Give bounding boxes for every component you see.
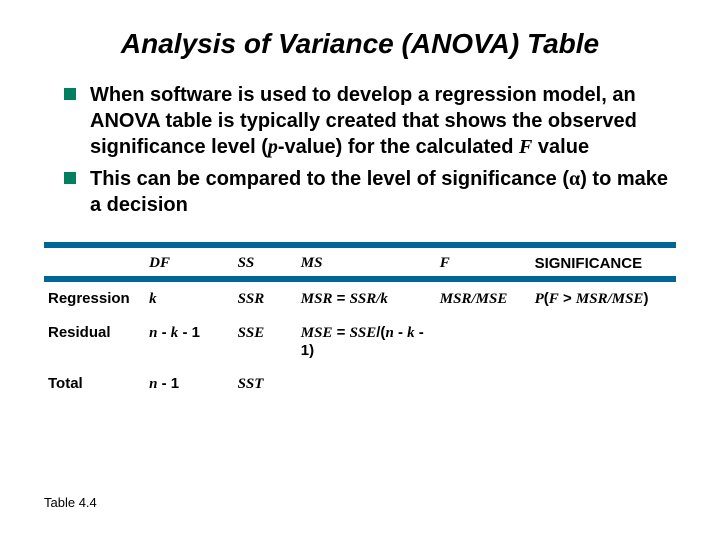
- bullet-list: When software is used to develop a regre…: [64, 82, 676, 218]
- header-label: F: [440, 255, 450, 271]
- italic-p: p: [268, 136, 278, 158]
- italic-f: F: [519, 136, 532, 158]
- text-fragment: - 1: [178, 324, 200, 341]
- table-caption: Table 4.4: [44, 495, 97, 510]
- slide: Analysis of Variance (ANOVA) Table When …: [0, 0, 720, 540]
- table-header: DF SS MS F SIGNIFICANCE: [44, 242, 676, 282]
- value: MSE: [301, 325, 333, 341]
- text-fragment: This can be compared to the level of sig…: [90, 168, 569, 190]
- cell-ss: SST: [234, 367, 297, 401]
- cell-df: k: [145, 282, 233, 316]
- value: SST: [238, 376, 264, 392]
- text-fragment: =: [332, 290, 349, 307]
- anova-table: DF SS MS F SIGNIFICANCE Regression k SSR…: [44, 242, 676, 401]
- text-fragment: ): [643, 290, 648, 307]
- col-ms: MS: [297, 248, 436, 276]
- cell-ss: SSR: [234, 282, 297, 316]
- cell-df: n - 1: [145, 367, 233, 401]
- bullet-square-icon: [64, 88, 76, 100]
- value: MSR: [301, 291, 333, 307]
- table-body: Regression k SSR MSR = SSR/k MSR/MSE P(F…: [44, 282, 676, 401]
- header-label: DF: [149, 255, 170, 271]
- text-fragment: -value) for the calculated: [278, 136, 519, 158]
- cell-ms: MSR = SSR/k: [297, 282, 436, 316]
- value: SSE: [238, 325, 265, 341]
- col-blank: [44, 248, 145, 276]
- text-fragment: -: [157, 324, 170, 341]
- value: n: [385, 325, 393, 341]
- col-df: DF: [145, 248, 233, 276]
- value: F: [549, 291, 559, 307]
- header-row: DF SS MS F SIGNIFICANCE: [44, 248, 676, 276]
- cell-f: [436, 316, 531, 367]
- bullet-item: When software is used to develop a regre…: [64, 82, 676, 160]
- row-label: Total: [44, 367, 145, 401]
- text-fragment: -: [394, 324, 407, 341]
- text-fragment: - 1: [157, 375, 179, 392]
- col-ss: SS: [234, 248, 297, 276]
- cell-sig: P(F > MSR/MSE): [531, 282, 676, 316]
- header-label: SS: [238, 255, 255, 271]
- table-row: Residual n - k - 1 SSE MSE = SSE/(n - k …: [44, 316, 676, 367]
- row-label: Regression: [44, 282, 145, 316]
- cell-f: MSR/MSE: [436, 282, 531, 316]
- alpha-symbol: α: [569, 168, 580, 190]
- cell-sig: [531, 316, 676, 367]
- bullet-item: This can be compared to the level of sig…: [64, 166, 676, 218]
- value: SSR/k: [350, 291, 388, 307]
- value: SSE: [350, 325, 377, 341]
- row-label: Residual: [44, 316, 145, 367]
- header-label: MS: [301, 255, 323, 271]
- table-row: Regression k SSR MSR = SSR/k MSR/MSE P(F…: [44, 282, 676, 316]
- text-fragment: value: [532, 136, 589, 158]
- value: MSR/MSE: [440, 291, 508, 307]
- text-fragment: >: [559, 290, 576, 307]
- cell-sig: [531, 367, 676, 401]
- cell-ms: [297, 367, 436, 401]
- slide-title: Analysis of Variance (ANOVA) Table: [44, 28, 676, 60]
- value: MSR/MSE: [576, 291, 644, 307]
- bullet-text: When software is used to develop a regre…: [90, 82, 676, 160]
- bullet-square-icon: [64, 172, 76, 184]
- cell-ss: SSE: [234, 316, 297, 367]
- cell-ms: MSE = SSE/(n - k - 1): [297, 316, 436, 367]
- value: k: [149, 291, 157, 307]
- table-row: Total n - 1 SST: [44, 367, 676, 401]
- cell-df: n - k - 1: [145, 316, 233, 367]
- value: k: [407, 325, 415, 341]
- bullet-text: This can be compared to the level of sig…: [90, 166, 676, 218]
- col-sig: SIGNIFICANCE: [531, 248, 676, 276]
- value: P: [535, 291, 544, 307]
- col-f: F: [436, 248, 531, 276]
- cell-f: [436, 367, 531, 401]
- text-fragment: =: [332, 324, 349, 341]
- value: SSR: [238, 291, 265, 307]
